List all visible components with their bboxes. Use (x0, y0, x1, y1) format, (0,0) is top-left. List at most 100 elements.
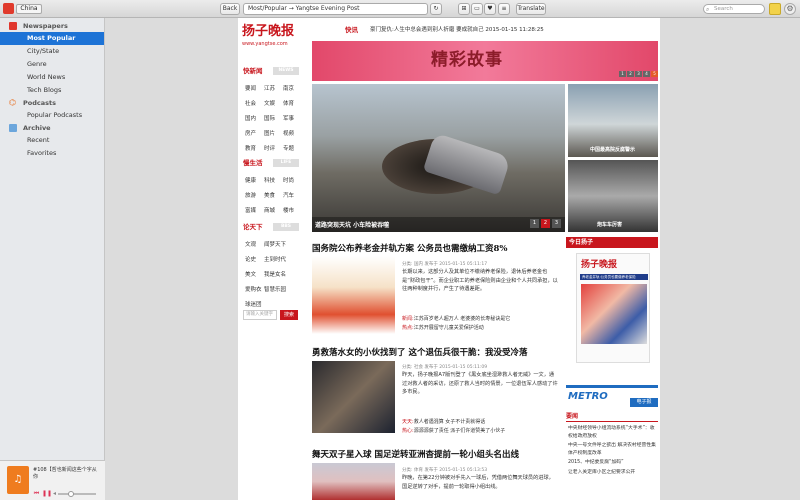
sidebar-item-favorites[interactable]: Favorites (0, 147, 104, 160)
side-photo-caption[interactable]: 炮车车厉害 (597, 221, 622, 228)
nav-link[interactable]: 我是女名 (264, 270, 302, 278)
nav-link[interactable]: 时评 (264, 144, 283, 152)
article-thumbnail[interactable] (312, 463, 395, 500)
related-label: 热点: (402, 325, 414, 331)
nav-link[interactable]: 爱购衣 (245, 285, 264, 293)
related-link[interactable]: 热心:源源源获了责任 派子们许道赞美了小伙子 (402, 427, 505, 434)
nav-link[interactable]: 旅游 (245, 191, 264, 199)
site-search-input[interactable]: 请输入关键字 (243, 310, 277, 320)
avatar[interactable] (769, 3, 781, 15)
audio-player: ♫ #108【哲也新闻这些个字从你 ⏮ ❚❚ ◂ (0, 460, 105, 500)
country-selector[interactable]: China (16, 4, 42, 14)
nav-link[interactable]: 国际 (264, 114, 283, 122)
nav-link[interactable]: 房产 (245, 129, 264, 137)
sidebar-item-world-news[interactable]: World News (0, 71, 104, 84)
back-button[interactable]: Back (220, 3, 240, 15)
nav-link[interactable]: 图片 (264, 129, 283, 137)
sidebar: Newspapers Most Popular City/State Genre… (0, 18, 105, 500)
reload-icon[interactable]: ↻ (430, 3, 442, 15)
rewind-icon[interactable]: ⏮ (33, 490, 40, 497)
reader-icon[interactable]: ≡ (498, 3, 510, 15)
nav-link[interactable]: 视频 (283, 129, 302, 137)
nav-link[interactable]: 时尚 (283, 176, 302, 184)
article-thumbnail[interactable] (312, 361, 395, 433)
article-title[interactable]: 勇救落水女的小伙找到了 这个退伍兵很干脆：我没受冷落 (312, 346, 527, 358)
nav-link[interactable]: 南京 (283, 84, 302, 92)
zoom-icon[interactable]: ⊞ (458, 3, 470, 15)
main-photo-caption[interactable]: 道路突现天坑 小车险被吞噬 (315, 220, 389, 229)
banner-dot[interactable]: 4 (643, 71, 650, 77)
nav-link[interactable]: 楼市 (283, 206, 302, 214)
volume-icon[interactable]: ◂ (51, 490, 58, 497)
nav-link[interactable]: 美食 (264, 191, 283, 199)
main-photo[interactable] (312, 84, 565, 232)
volume-slider[interactable] (58, 493, 96, 495)
nav-link[interactable]: 主到时代 (264, 255, 302, 263)
now-playing-title: #108【哲也新闻这些个字从你 (33, 467, 97, 480)
breaking-news-link[interactable]: 豪门复仇:人生中总会遇到别人折磨 要成就自己 2015-01-15 11:28:… (370, 25, 544, 33)
nav-link[interactable]: 体育 (283, 99, 302, 107)
banner-dot[interactable]: 2 (627, 71, 634, 77)
banner-dot[interactable]: 5 (651, 71, 658, 77)
article-thumbnail[interactable] (312, 256, 395, 334)
sidebar-item-genre[interactable]: Genre (0, 58, 104, 71)
nav-link[interactable]: 富媒 (245, 206, 264, 214)
nav-link[interactable]: 文娱 (264, 99, 283, 107)
sidebar-item-popular-podcasts[interactable]: Popular Podcasts (0, 109, 104, 122)
share-icon[interactable]: ▭ (471, 3, 483, 15)
banner-dot[interactable]: 1 (619, 71, 626, 77)
nav-link[interactable]: 江苏 (264, 84, 283, 92)
nav-link[interactable]: 国内 (245, 114, 264, 122)
nav-link[interactable]: 美文 (245, 270, 264, 278)
nav-link[interactable]: 科技 (264, 176, 283, 184)
sidebar-item-recent[interactable]: Recent (0, 134, 104, 147)
right-news-header: 要闻 (566, 412, 658, 422)
related-link[interactable]: 天天:救人者遇混算 女子不计责就得话 (402, 418, 485, 425)
translate-button[interactable]: Translate (516, 3, 546, 15)
site-search-button[interactable]: 搜索 (280, 310, 298, 320)
related-link[interactable]: 热点:江苏开展留守儿童关爱保护活动 (402, 324, 484, 331)
right-news-item[interactable]: 让老入关定库小区之纪要求公开 (568, 469, 658, 484)
right-news-item[interactable]: 中央一号文件呼之欲出 解决农村经营性集体产权制度改革 (568, 442, 658, 457)
sidebar-section-archive[interactable]: Archive (0, 122, 104, 134)
sidebar-section-podcasts[interactable]: ⌬ Podcasts (0, 97, 104, 109)
right-news-item[interactable]: 中央财经领导小组流动系统“大手术”：收权给政府放权 (568, 425, 658, 440)
nav-link[interactable]: 要闻 (245, 84, 264, 92)
related-text: 源源源获了责任 派子们许道赞美了小伙子 (413, 428, 506, 434)
photo-page[interactable]: 3 (552, 219, 561, 228)
sidebar-item-city-state[interactable]: City/State (0, 45, 104, 58)
nav-link[interactable]: 健康 (245, 176, 264, 184)
right-news-item[interactable]: 2015、中纪委反腐“加码” (568, 459, 658, 467)
nav-link[interactable]: 闻梦天下 (264, 240, 302, 248)
search-input[interactable]: ⌕ Search (703, 4, 765, 14)
related-link[interactable]: 新闻:江苏百岁老人超万人 老婆婆的长寿秘诀是它 (402, 315, 510, 322)
metro-epaper-banner[interactable]: METRO 电子报 (566, 385, 658, 409)
sidebar-item-most-popular[interactable]: Most Popular (0, 32, 104, 45)
photo-page[interactable]: 2 (541, 219, 550, 228)
banner-dot[interactable]: 3 (635, 71, 642, 77)
article-title[interactable]: 国务院公布养老金并轨方案 公务员也需缴纳工资8% (312, 242, 507, 254)
epaper-cover[interactable]: 扬子晚报 养老金并轨:公务员也要缴养老保险 (576, 253, 650, 363)
nav-link[interactable]: 社会 (245, 99, 264, 107)
nav-link[interactable]: 智慧乐园 (264, 285, 302, 293)
sidebar-section-newspapers[interactable]: Newspapers (0, 20, 104, 32)
sidebar-item-tech-blogs[interactable]: Tech Blogs (0, 84, 104, 97)
favorite-heart-icon[interactable]: ♥ (484, 3, 496, 15)
pause-icon[interactable]: ❚❚ (42, 490, 52, 497)
metro-epaper-tag: 电子报 (630, 398, 658, 407)
nav-link[interactable]: 军事 (283, 114, 302, 122)
side-photo-caption[interactable]: 中国最高院反腐警示 (590, 146, 635, 153)
close-icon[interactable] (3, 3, 14, 14)
address-bar[interactable]: Most/Popular → Yangtse Evening Post (243, 3, 428, 15)
nav-link[interactable]: 商城 (264, 206, 283, 214)
nav-link[interactable]: 球迷团 (245, 300, 264, 308)
nav-link[interactable]: 论史 (245, 255, 264, 263)
volume-slider-knob[interactable] (68, 491, 74, 497)
nav-link[interactable]: 汽车 (283, 191, 302, 199)
nav-link[interactable]: 教育 (245, 144, 264, 152)
gear-icon[interactable]: ⚙ (784, 3, 796, 15)
nav-link[interactable]: 专题 (283, 144, 302, 152)
nav-link[interactable]: 文观 (245, 240, 264, 248)
article-title[interactable]: 舞天双子星入球 国足逆转亚洲杳提前一轮小组头名出线 (312, 448, 519, 460)
photo-page[interactable]: 1 (530, 219, 539, 228)
